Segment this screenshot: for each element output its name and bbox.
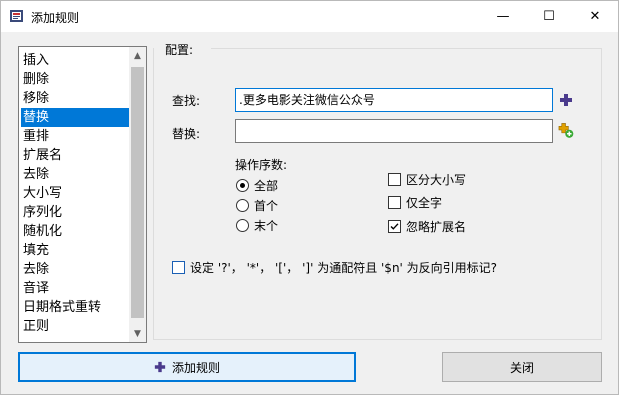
list-item[interactable]: 扩展名 [21, 146, 131, 165]
case-sensitive-box [388, 173, 401, 186]
find-label: 查找: [172, 94, 201, 108]
radio-last-label: 末个 [254, 219, 279, 233]
ignore-extension-checkbox[interactable]: 忽略扩展名 [388, 218, 466, 235]
minimize-button[interactable]: — [480, 1, 526, 32]
config-group-label: 配置: [163, 41, 196, 58]
app-icon [10, 10, 23, 22]
list-scrollbar[interactable]: ▲ ▼ [129, 47, 146, 342]
radio-first[interactable]: 首个 [236, 197, 278, 214]
ignore-extension-label: 忽略扩展名 [406, 220, 467, 234]
list-item[interactable]: 去除 [21, 260, 131, 279]
wildcard-box [172, 261, 185, 274]
maximize-icon: ☐ [543, 9, 555, 24]
plus-icon [154, 361, 166, 373]
case-sensitive-checkbox[interactable]: 区分大小写 [388, 171, 466, 188]
list-item[interactable]: 删除 [21, 70, 131, 89]
list-item[interactable]: 正则 [21, 317, 131, 336]
list-item[interactable]: 日期格式重转 [21, 298, 131, 317]
radio-all[interactable]: 全部 [236, 177, 278, 194]
wildcard-label: 设定 '?'， '*'， '['， ']' 为通配符且 '$n' 为反向引用标记… [190, 261, 498, 275]
radio-selected-dot [240, 183, 245, 188]
list-item[interactable]: 填充 [21, 241, 131, 260]
list-item[interactable]: 插入 [21, 51, 131, 70]
rule-type-list[interactable]: 插入 删除 移除 替换 重排 扩展名 去除 大小写 序列化 随机化 填充 去除 音译 日期格式重转 正则 ▲… [18, 46, 147, 343]
insert-meta-icon[interactable] [558, 92, 574, 108]
add-rule-button[interactable]: 添加规则 [18, 352, 356, 382]
close-label: 关闭 [509, 360, 534, 375]
radio-last-circle [236, 219, 249, 232]
replace-label: 替换: [172, 127, 201, 141]
add-rule-label: 添加规则 [171, 360, 220, 375]
checkmark-icon [390, 223, 399, 230]
list-item[interactable]: 重排 [21, 127, 131, 146]
occurrence-label: 操作序数: [235, 158, 288, 172]
radio-first-label: 首个 [254, 199, 279, 213]
scrollbar-thumb[interactable] [131, 67, 144, 318]
minimize-icon: — [496, 9, 510, 24]
ignore-extension-box [388, 220, 401, 233]
scroll-up-icon[interactable]: ▲ [129, 47, 146, 64]
list-item[interactable]: 大小写 [21, 184, 131, 203]
whole-word-checkbox[interactable]: 仅全字 [388, 194, 442, 211]
find-input[interactable]: .更多电影关注微信公众号 [235, 88, 553, 112]
window-title: 添加规则 [31, 11, 80, 25]
list-item[interactable]: 音译 [21, 279, 131, 298]
list-item[interactable]: 序列化 [21, 203, 131, 222]
whole-word-label: 仅全字 [406, 196, 443, 210]
config-group: 配置: [153, 38, 602, 340]
replace-input[interactable] [235, 119, 553, 143]
radio-first-circle [236, 199, 249, 212]
maximize-button[interactable]: ☐ [526, 1, 572, 32]
whole-word-box [388, 196, 401, 209]
config-group-top-line [211, 48, 602, 49]
wildcard-checkbox[interactable]: 设定 '?'， '*'， '['， ']' 为通配符且 '$n' 为反向引用标记… [172, 259, 497, 276]
insert-meta-plus-icon[interactable] [558, 122, 574, 138]
radio-last[interactable]: 末个 [236, 217, 278, 234]
radio-all-circle [236, 179, 249, 192]
list-item[interactable]: 替换 [21, 108, 131, 127]
list-item[interactable]: 去除 [21, 165, 131, 184]
list-item[interactable]: 随机化 [21, 222, 131, 241]
add-rule-window: 添加规则 — ☐ ✕ 插入 删除 移除 替换 重排 扩展名 去除 大小写 序列化 随机化 填充 去除音… [0, 0, 619, 395]
list-item[interactable]: 移除 [21, 89, 131, 108]
radio-all-label: 全部 [254, 179, 279, 193]
case-sensitive-label: 区分大小写 [406, 173, 467, 187]
close-window-button[interactable]: ✕ [572, 1, 618, 32]
close-button[interactable]: 关闭 [442, 352, 602, 382]
scroll-down-icon[interactable]: ▼ [129, 325, 146, 342]
title-bar: 添加规则 — ☐ ✕ [1, 1, 618, 32]
close-icon: ✕ [589, 9, 601, 24]
